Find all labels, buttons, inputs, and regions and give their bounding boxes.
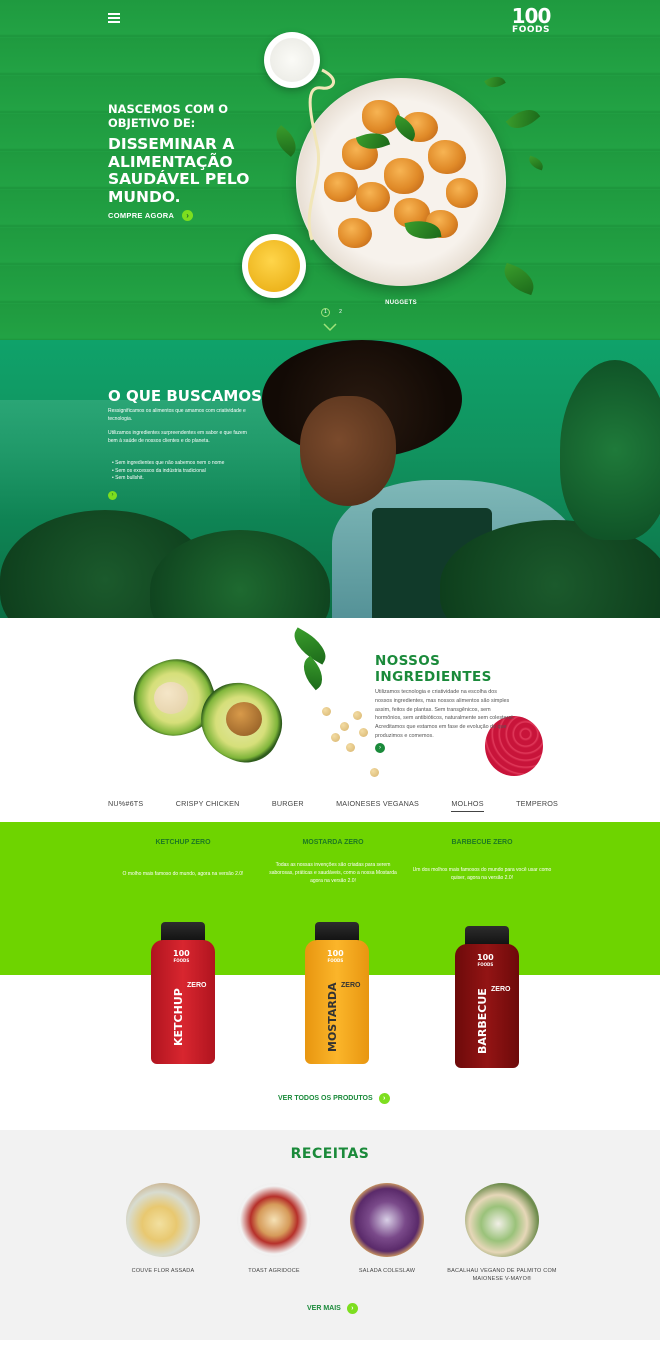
view-more-label: VER MAIS: [307, 1305, 341, 1312]
product-tabs: NU%#6TS CRISPY CHICKEN BURGER MAIONESES …: [108, 799, 558, 812]
product-name[interactable]: KETCHUP ZERO: [113, 839, 253, 846]
view-more-recipes-link[interactable]: VER MAIS ›: [307, 1303, 358, 1314]
chickpea-image: [322, 707, 331, 716]
recipe-image: [126, 1183, 200, 1257]
avocado-seed-image: [154, 682, 188, 714]
buscamos-section: [0, 340, 660, 618]
recipe-caption: SALADA COLESLAW: [358, 1268, 416, 1274]
bottle-cap: [161, 922, 205, 942]
recipe-image: [350, 1183, 424, 1257]
recipe-card[interactable]: SALADA COLESLAW: [327, 1183, 447, 1275]
avocado-seed-image: [226, 702, 262, 736]
slide-dot-1[interactable]: 1: [321, 308, 330, 317]
buscamos-paragraph-2: Utilizamos ingredientes surpreendentes e…: [108, 430, 247, 444]
chickpea-image: [340, 722, 349, 731]
slide-caption: NUGGETS: [385, 300, 417, 306]
basil-leaf-image: [484, 72, 506, 92]
menu-icon[interactable]: [108, 13, 120, 23]
bottle-label: MOSTARDA: [326, 982, 339, 1052]
chickpea-image: [370, 768, 379, 777]
basil-leaf-image: [526, 155, 546, 171]
bottle-cap: [315, 922, 359, 942]
recipe-card[interactable]: BACALHAU VEGANO DE PALMITO COM MAIONESE …: [442, 1183, 562, 1283]
chickpea-image: [359, 728, 368, 737]
hero-title: DISSEMINAR A ALIMENTAÇÃO SAUDÁVEL PELO M…: [108, 135, 250, 206]
product-description: Um dos molhos mais famosos do mundo para…: [412, 867, 552, 881]
tab-molhos[interactable]: MOLHOS: [451, 799, 484, 812]
tab-nuggets[interactable]: NU%#6TS: [108, 799, 143, 812]
chevron-down-icon[interactable]: [323, 322, 337, 332]
arrow-right-icon: ›: [378, 1093, 390, 1104]
basil-leaf-image: [505, 102, 541, 136]
tab-maioneses-veganas[interactable]: MAIONESES VEGANAS: [336, 799, 419, 812]
bottle-zero-label: ZERO: [187, 982, 207, 989]
product-name[interactable]: MOSTARDA ZERO: [263, 839, 403, 846]
logo-name: FOODS: [512, 25, 550, 35]
bottle-zero-label: ZERO: [491, 986, 511, 993]
page: 100 FOODS NASCEMOS COM O OBJETIVO DE: DI…: [0, 0, 660, 1362]
ingredients-text: Utilizamos tecnologia e criatividade na …: [375, 689, 515, 739]
recipe-card[interactable]: COUVE FLOR ASSADA: [103, 1183, 223, 1275]
list-item: Sem ingredientes que não sabemos nem o n…: [112, 460, 224, 468]
recipe-caption: TOAST AGRIDOCE: [248, 1268, 300, 1274]
buscamos-title: O QUE BUSCAMOS: [108, 387, 262, 405]
tab-crispy-chicken[interactable]: CRISPY CHICKEN: [176, 799, 240, 812]
product-name[interactable]: BARBECUE ZERO: [412, 839, 552, 846]
bottle-logo: 100 FOODS: [173, 950, 190, 964]
arrow-right-icon: ›: [182, 210, 194, 221]
bottle-zero-label: ZERO: [341, 982, 361, 989]
sauce-swirl-image: [307, 68, 335, 241]
bottle-logo: 100 FOODS: [327, 950, 344, 964]
leaf-image: [296, 655, 330, 691]
arrow-right-icon: ›: [346, 1303, 358, 1314]
recipe-image: [465, 1183, 539, 1257]
slider-pagination: 1 2: [321, 308, 345, 317]
hero-kicker: NASCEMOS COM O OBJETIVO DE:: [108, 102, 229, 130]
ketchup-bottle-image[interactable]: 100 FOODS KETCHUP ZERO: [151, 922, 215, 1064]
bottle-label: KETCHUP: [172, 988, 185, 1046]
slide-dot-2[interactable]: 2: [336, 308, 345, 317]
hero-section: 100 FOODS NASCEMOS COM O OBJETIVO DE: DI…: [0, 0, 660, 340]
buscamos-list: Sem ingredientes que não sabemos nem o n…: [112, 460, 224, 483]
bottle-logo-name: FOODS: [173, 958, 190, 963]
chickpea-image: [346, 743, 355, 752]
barbecue-bottle-image[interactable]: 100 FOODS BARBECUE ZERO: [455, 926, 519, 1068]
recipe-card[interactable]: TOAST AGRIDOCE: [214, 1183, 334, 1275]
vegetables-image: [560, 360, 660, 540]
bottle-logo-name: FOODS: [477, 962, 494, 967]
brand-logo[interactable]: 100 FOODS: [508, 6, 554, 35]
buy-now-link[interactable]: COMPRE AGORA ›: [108, 210, 194, 221]
product-description: O molho mais famoso do mundo, agora na v…: [122, 871, 244, 877]
buscamos-arrow-button[interactable]: ›: [108, 491, 117, 500]
bottle-cap: [465, 926, 509, 946]
view-all-products-label: VER TODOS OS PRODUTOS: [278, 1095, 373, 1102]
buy-now-label: COMPRE AGORA: [108, 211, 175, 220]
bottle-logo-name: FOODS: [327, 958, 344, 963]
mustard-bottle-image[interactable]: 100 FOODS MOSTARDA ZERO: [305, 922, 369, 1064]
chickpea-image: [331, 733, 340, 742]
buscamos-paragraph-1: Ressignificamos os alimentos que amamos …: [108, 408, 246, 422]
ingredients-title: NOSSOS INGREDIENTES: [375, 653, 492, 685]
view-all-products-link[interactable]: VER TODOS OS PRODUTOS ›: [278, 1093, 390, 1104]
recipes-title: RECEITAS: [290, 1146, 370, 1162]
list-item: Sem os excessos da indústria tradicional: [112, 468, 224, 476]
tab-temperos[interactable]: TEMPEROS: [516, 799, 558, 812]
tab-burger[interactable]: BURGER: [272, 799, 304, 812]
woman-face-image: [300, 396, 396, 506]
bottle-logo: 100 FOODS: [477, 954, 494, 968]
recipe-caption: COUVE FLOR ASSADA: [131, 1268, 195, 1274]
bottle-label: BARBECUE: [476, 988, 489, 1054]
recipe-image: [237, 1183, 311, 1257]
ingredients-arrow-button[interactable]: ›: [375, 743, 385, 753]
recipe-caption: BACALHAU VEGANO DE PALMITO COM MAIONESE …: [447, 1268, 557, 1282]
chickpea-image: [353, 711, 362, 720]
logo-number: 100: [511, 4, 552, 28]
list-item: Sem bullshit.: [112, 475, 224, 483]
product-description: Todas as nossas invenções são criadas pa…: [269, 862, 397, 884]
basil-leaf-image: [499, 262, 539, 296]
